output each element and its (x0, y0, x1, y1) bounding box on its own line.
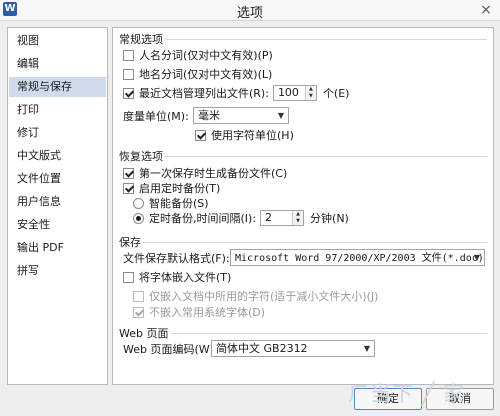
smart-backup-radio[interactable] (133, 197, 144, 209)
backup-first-option[interactable]: 第一次保存时生成备份文件(C) (123, 165, 287, 181)
sidebar-item-file-location[interactable]: 文件位置 (9, 169, 106, 189)
sidebar-item-chinese-layout[interactable]: 中文版式 (9, 146, 106, 166)
name-segmentation-checkbox[interactable] (123, 49, 134, 61)
embed-used-only-label: 仅嵌入文档中所用的字符(适于减小文件大小)(J) (149, 290, 379, 303)
sidebar-item-export-pdf[interactable]: 输出 PDF (9, 238, 106, 258)
backup-interval-value[interactable]: 2 (261, 211, 272, 225)
timed-backup-label: 启用定时备份(T) (139, 182, 221, 195)
place-segmentation-option[interactable]: 地名分词(仅对中文有效)(L) (123, 66, 272, 82)
char-unit-label: 使用字符单位(H) (211, 129, 294, 142)
section-title-recovery: 恢复选项 (119, 150, 163, 163)
sidebar-item-user-info[interactable]: 用户信息 (9, 192, 106, 212)
section-title-web: Web 页面 (119, 327, 169, 340)
embed-used-only-option[interactable]: 仅嵌入文档中所用的字符(适于减小文件大小)(J) (133, 288, 378, 304)
save-format-select[interactable]: Microsoft Word 97/2000/XP/2003 文件(*.doc)… (230, 249, 485, 266)
divider (143, 242, 487, 243)
dropdown-arrow-icon: ▼ (363, 344, 370, 353)
recent-files-checkbox[interactable] (123, 87, 134, 99)
timed-interval-radio[interactable] (133, 212, 144, 224)
timed-backup-checkbox[interactable] (123, 182, 134, 194)
sidebar-item-spelling[interactable]: 拼写 (9, 261, 106, 281)
backup-first-checkbox[interactable] (123, 167, 134, 179)
name-segmentation-option[interactable]: 人名分词(仅对中文有效)(P) (123, 47, 273, 63)
timed-backup-option[interactable]: 启用定时备份(T) (123, 180, 220, 196)
divider (165, 156, 487, 157)
save-format-label: 文件保存默认格式(F): (123, 252, 230, 265)
web-encoding-select[interactable]: 简体中文 GB2312 ▼ (211, 340, 375, 357)
skip-common-fonts-label: 不嵌入常用系统字体(D) (149, 306, 266, 319)
dropdown-arrow-icon: ▼ (473, 253, 480, 262)
recent-files-option[interactable]: 最近文档管理列出文件(R): 100 ▲ ▼ 个(E) (123, 85, 349, 101)
recent-files-unit: 个(E) (322, 87, 350, 100)
cancel-button[interactable]: 取消 (426, 388, 494, 410)
sidebar-item-view[interactable]: 视图 (9, 31, 106, 51)
sidebar-item-print[interactable]: 打印 (9, 100, 106, 120)
measure-unit-row: 度量单位(M): (123, 108, 189, 124)
close-icon[interactable]: × (478, 0, 494, 20)
sidebar-item-general-save[interactable]: 常规与保存 (9, 77, 106, 97)
backup-first-label: 第一次保存时生成备份文件(C) (139, 167, 288, 180)
place-segmentation-checkbox[interactable] (123, 68, 134, 80)
name-segmentation-label: 人名分词(仅对中文有效)(P) (139, 49, 273, 62)
divider (165, 39, 487, 40)
section-title-save: 保存 (119, 236, 141, 249)
embed-fonts-option[interactable]: 将字体嵌入文件(T) (123, 269, 231, 285)
skip-common-fonts-option[interactable]: 不嵌入常用系统字体(D) (133, 304, 265, 320)
timed-interval-label: 定时备份,时间间隔(I): (149, 212, 257, 225)
save-format-row: 文件保存默认格式(F): (123, 250, 230, 266)
settings-panel: 常规选项 人名分词(仅对中文有效)(P) 地名分词(仅对中文有效)(L) 最近文… (112, 27, 494, 385)
window-title: 选项 (236, 6, 263, 21)
recent-files-count-value[interactable]: 100 (274, 86, 299, 100)
divider (171, 333, 487, 334)
place-segmentation-label: 地名分词(仅对中文有效)(L) (139, 68, 273, 81)
embed-fonts-label: 将字体嵌入文件(T) (139, 271, 232, 284)
backup-interval-stepper[interactable]: 2 ▲ ▼ (260, 210, 305, 226)
recent-files-count-stepper[interactable]: 100 ▲ ▼ (272, 85, 317, 101)
timed-interval-option[interactable]: 定时备份,时间间隔(I): 2 ▲ ▼ 分钟(N) (133, 210, 349, 226)
embed-fonts-checkbox[interactable] (123, 271, 134, 283)
save-format-value: Microsoft Word 97/2000/XP/2003 文件(*.doc) (235, 253, 484, 264)
sidebar-item-security[interactable]: 安全性 (9, 215, 106, 235)
web-encoding-value: 简体中文 GB2312 (216, 342, 308, 355)
embed-used-only-checkbox[interactable] (133, 290, 144, 302)
web-encoding-label: Web 页面编码(W): (123, 343, 218, 356)
char-unit-option[interactable]: 使用字符单位(H) (195, 127, 294, 143)
smart-backup-option[interactable]: 智能备份(S) (133, 195, 209, 211)
sidebar-item-revision[interactable]: 修订 (9, 123, 106, 143)
dropdown-arrow-icon: ▼ (277, 111, 284, 120)
measure-unit-value: 毫米 (198, 109, 220, 122)
measure-unit-label: 度量单位(M): (123, 110, 189, 123)
stepper-arrows-icon[interactable]: ▲ ▼ (304, 86, 316, 100)
section-title-general: 常规选项 (119, 33, 163, 46)
measure-unit-select[interactable]: 毫米 ▼ (193, 107, 289, 124)
title-bar: W 选项 × (0, 0, 500, 21)
char-unit-checkbox[interactable] (195, 129, 206, 141)
recent-files-label: 最近文档管理列出文件(R): (139, 87, 269, 100)
stepper-arrows-icon[interactable]: ▲ ▼ (292, 211, 304, 225)
backup-interval-unit: 分钟(N) (310, 212, 349, 225)
skip-common-fonts-checkbox[interactable] (133, 306, 144, 318)
sidebar-item-edit[interactable]: 编辑 (9, 54, 106, 74)
web-encoding-row: Web 页面编码(W): (123, 341, 218, 357)
sidebar: 视图 编辑 常规与保存 打印 修订 中文版式 文件位置 用户信息 安全性 输出 … (7, 27, 108, 385)
ok-button[interactable]: 确定 (354, 388, 422, 410)
smart-backup-label: 智能备份(S) (149, 197, 209, 210)
